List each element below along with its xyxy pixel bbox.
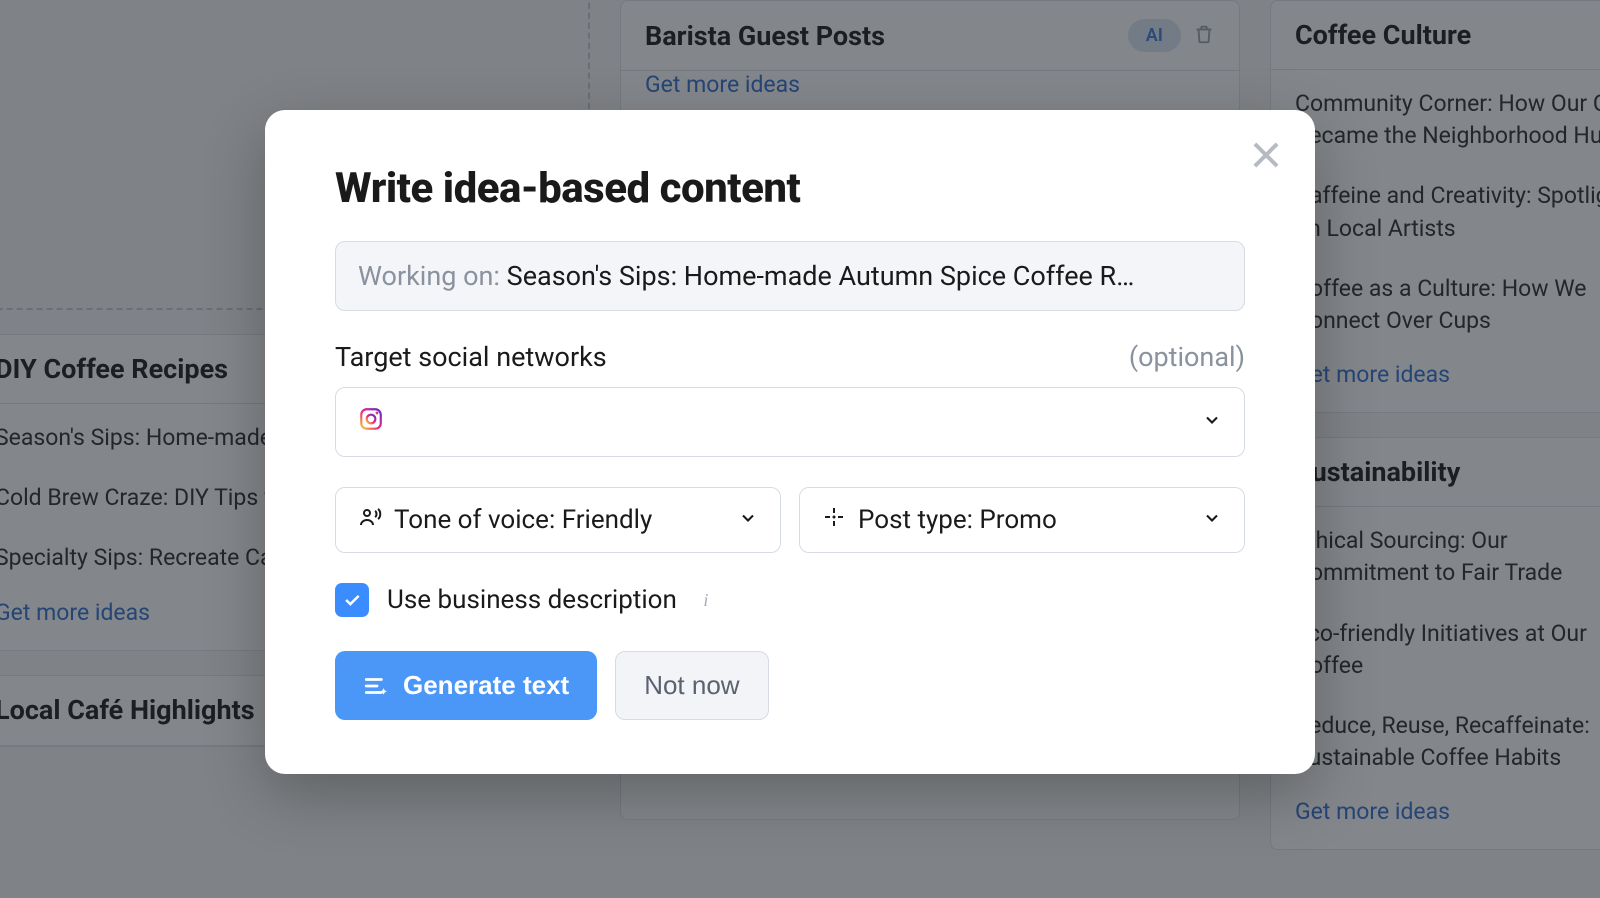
- write-content-modal: Write idea-based content Working on: Sea…: [265, 110, 1315, 774]
- info-icon[interactable]: i: [695, 589, 717, 611]
- target-networks-select[interactable]: [335, 387, 1245, 457]
- use-business-description-label: Use business description: [387, 585, 677, 615]
- working-on-field[interactable]: Working on: Season's Sips: Home-made Aut…: [335, 241, 1245, 311]
- tone-of-voice-label: Tone of voice: Friendly: [394, 505, 652, 535]
- working-on-value: Season's Sips: Home-made Autumn Spice Co…: [507, 260, 1135, 292]
- post-type-select[interactable]: Post type: Promo: [799, 487, 1245, 553]
- not-now-label: Not now: [644, 670, 739, 701]
- close-button[interactable]: [1247, 136, 1285, 174]
- modal-title: Write idea-based content: [335, 164, 1245, 213]
- chevron-down-icon: [1202, 505, 1222, 535]
- instagram-icon: [358, 406, 384, 439]
- post-type-label: Post type: Promo: [858, 505, 1057, 535]
- use-business-description-checkbox[interactable]: [335, 583, 369, 617]
- person-voice-icon: [358, 505, 382, 536]
- generate-icon: [363, 673, 389, 699]
- generate-text-button[interactable]: Generate text: [335, 651, 597, 720]
- tone-of-voice-select[interactable]: Tone of voice: Friendly: [335, 487, 781, 553]
- chevron-down-icon: [1202, 407, 1222, 437]
- networks-label-row: Target social networks (optional): [335, 341, 1245, 373]
- generate-text-label: Generate text: [403, 670, 569, 701]
- networks-label: Target social networks: [335, 341, 607, 373]
- crosshair-icon: [822, 505, 846, 536]
- optional-label: (optional): [1129, 341, 1245, 373]
- chevron-down-icon: [738, 505, 758, 535]
- not-now-button[interactable]: Not now: [615, 651, 768, 720]
- working-on-prefix: Working on:: [358, 260, 507, 292]
